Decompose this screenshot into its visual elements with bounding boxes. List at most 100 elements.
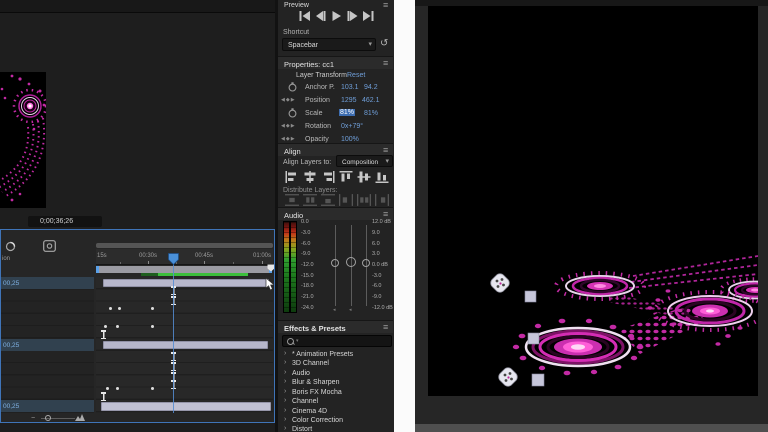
- chevron-right-icon[interactable]: ›: [284, 397, 286, 404]
- playhead-line[interactable]: [173, 263, 174, 413]
- property-value[interactable]: 100%: [341, 136, 359, 143]
- search-scope-chevron-icon[interactable]: ▾: [296, 339, 299, 344]
- keyframe-dot[interactable]: [109, 307, 112, 310]
- chevron-right-icon[interactable]: ›: [284, 378, 286, 385]
- properties-panel-header[interactable]: Properties: cc1 ≡: [278, 56, 393, 69]
- property-value[interactable]: 94.2: [364, 84, 378, 91]
- chevron-right-icon[interactable]: ›: [284, 416, 286, 423]
- audio-master-level-knob[interactable]: [346, 257, 356, 267]
- effects-list-item[interactable]: › Boris FX Mocha: [278, 388, 393, 397]
- previous-frame-button[interactable]: [315, 11, 326, 21]
- distribute-bottom-button[interactable]: [321, 194, 335, 206]
- keyframe-ibeam[interactable]: [101, 330, 106, 339]
- control-gizmo[interactable]: [489, 272, 512, 295]
- current-time[interactable]: 0;00;36;26: [40, 218, 73, 225]
- work-area-start-handle[interactable]: [96, 266, 99, 273]
- effects-list-item[interactable]: › Distort: [278, 425, 393, 432]
- layer-transform-label[interactable]: Layer Transform: [296, 72, 347, 79]
- panel-menu-icon[interactable]: ≡: [383, 210, 388, 219]
- align-right-button[interactable]: [321, 171, 335, 183]
- panel-menu-icon[interactable]: ≡: [383, 146, 388, 155]
- playhead-marker[interactable]: [168, 253, 179, 265]
- align-bottom-button[interactable]: [375, 171, 389, 183]
- layer-row-selected[interactable]: 00,25: [1, 400, 94, 412]
- time-ruler[interactable]: 15s 00:30s 00:45s 01:00s: [96, 249, 273, 265]
- align-to-dropdown[interactable]: Composition ▾: [336, 155, 393, 167]
- keyframe-nav-icons[interactable]: ◀◆▶: [281, 97, 296, 103]
- distribute-hcenter-button[interactable]: [357, 194, 371, 206]
- keyframe-dot[interactable]: [116, 325, 119, 328]
- zoom-slider-knob[interactable]: [45, 415, 51, 421]
- effects-list-item[interactable]: › * Animation Presets: [278, 350, 393, 359]
- keyframe-dot[interactable]: [151, 325, 154, 328]
- property-value[interactable]: 81%: [364, 110, 378, 117]
- last-frame-button[interactable]: [363, 11, 374, 21]
- keyframe-nav-icons[interactable]: ◀◆▶: [281, 136, 296, 142]
- property-value-editing[interactable]: 81%: [339, 109, 356, 116]
- next-frame-button[interactable]: [347, 11, 358, 21]
- keyframe-dot[interactable]: [116, 387, 119, 390]
- control-gizmo[interactable]: [497, 366, 520, 389]
- distribute-right-button[interactable]: [375, 194, 389, 206]
- chevron-right-icon[interactable]: ›: [284, 425, 286, 432]
- frame-blend-toggle-icon[interactable]: [43, 240, 56, 252]
- layer-bar[interactable]: [103, 279, 269, 287]
- audio-right-level-knob[interactable]: [362, 259, 370, 267]
- effects-list-item[interactable]: › Color Correction: [278, 416, 393, 425]
- align-top-button[interactable]: [339, 171, 353, 183]
- keyframe-dot[interactable]: [151, 387, 154, 390]
- property-value[interactable]: 103.1: [341, 84, 359, 91]
- layer-row-selected[interactable]: 00,25: [1, 277, 94, 289]
- layer-bar[interactable]: [101, 402, 271, 411]
- layer-bar[interactable]: [103, 341, 268, 349]
- effects-list-item[interactable]: › Cinema 4D: [278, 407, 393, 416]
- property-value[interactable]: 462.1: [362, 97, 380, 104]
- distribute-top-button[interactable]: [285, 194, 299, 206]
- composition-canvas[interactable]: [428, 6, 758, 396]
- keyframe-dot[interactable]: [118, 307, 121, 310]
- square-handle[interactable]: [527, 332, 540, 345]
- effects-list-item[interactable]: › Audio: [278, 369, 393, 378]
- keyframe-dot[interactable]: [104, 325, 107, 328]
- keyframe-dot[interactable]: [106, 387, 109, 390]
- time-navigator[interactable]: [96, 243, 273, 248]
- align-center-vertical-button[interactable]: [357, 171, 371, 183]
- property-value[interactable]: 0x+79°: [341, 123, 363, 130]
- square-handle[interactable]: [531, 373, 545, 387]
- stopwatch-icon[interactable]: [288, 82, 297, 92]
- chevron-right-icon[interactable]: ›: [284, 350, 286, 357]
- audio-left-level-knob[interactable]: [331, 259, 339, 267]
- keyframe-dot[interactable]: [151, 307, 154, 310]
- shortcut-dropdown[interactable]: Spacebar ▾: [282, 38, 376, 51]
- stopwatch-icon[interactable]: [288, 108, 297, 118]
- align-center-horizontal-button[interactable]: [303, 171, 317, 183]
- chevron-right-icon[interactable]: ›: [284, 388, 286, 395]
- chevron-right-icon[interactable]: ›: [284, 369, 286, 376]
- chevron-right-icon[interactable]: ›: [284, 359, 286, 366]
- reset-loop-icon[interactable]: ↺: [380, 39, 388, 49]
- play-button[interactable]: [331, 11, 342, 21]
- keyframe-ibeam[interactable]: [101, 392, 106, 401]
- current-time-box[interactable]: 0;00;36;26: [28, 216, 102, 227]
- zoom-in-mountain-icon[interactable]: [75, 414, 85, 421]
- panel-menu-icon[interactable]: ≡: [383, 59, 388, 68]
- effects-list-item[interactable]: › Blur & Sharpen: [278, 378, 393, 387]
- timeline-toggle-icon[interactable]: [5, 241, 16, 252]
- zoom-out-icon[interactable]: −: [31, 415, 35, 422]
- first-frame-button[interactable]: [299, 11, 310, 21]
- keyframe-nav-icons[interactable]: ◀◆▶: [281, 123, 296, 129]
- property-value[interactable]: 1295: [341, 97, 357, 104]
- effects-list-item[interactable]: › 3D Channel: [278, 359, 393, 368]
- reset-link[interactable]: Reset: [347, 72, 365, 79]
- panel-menu-icon[interactable]: ≡: [383, 1, 388, 10]
- effects-list-item[interactable]: › Channel: [278, 397, 393, 406]
- distribute-left-button[interactable]: [339, 194, 353, 206]
- layer-row-selected[interactable]: 00,25: [1, 339, 94, 351]
- comp-marker-icon[interactable]: [267, 264, 275, 272]
- panel-menu-icon[interactable]: ≡: [383, 323, 388, 332]
- chevron-right-icon[interactable]: ›: [284, 407, 286, 414]
- square-handle[interactable]: [524, 290, 537, 303]
- work-area-bar[interactable]: [97, 266, 272, 273]
- effects-search-input[interactable]: ▾: [282, 335, 392, 347]
- effects-panel-header[interactable]: Effects & Presets ≡: [278, 320, 393, 333]
